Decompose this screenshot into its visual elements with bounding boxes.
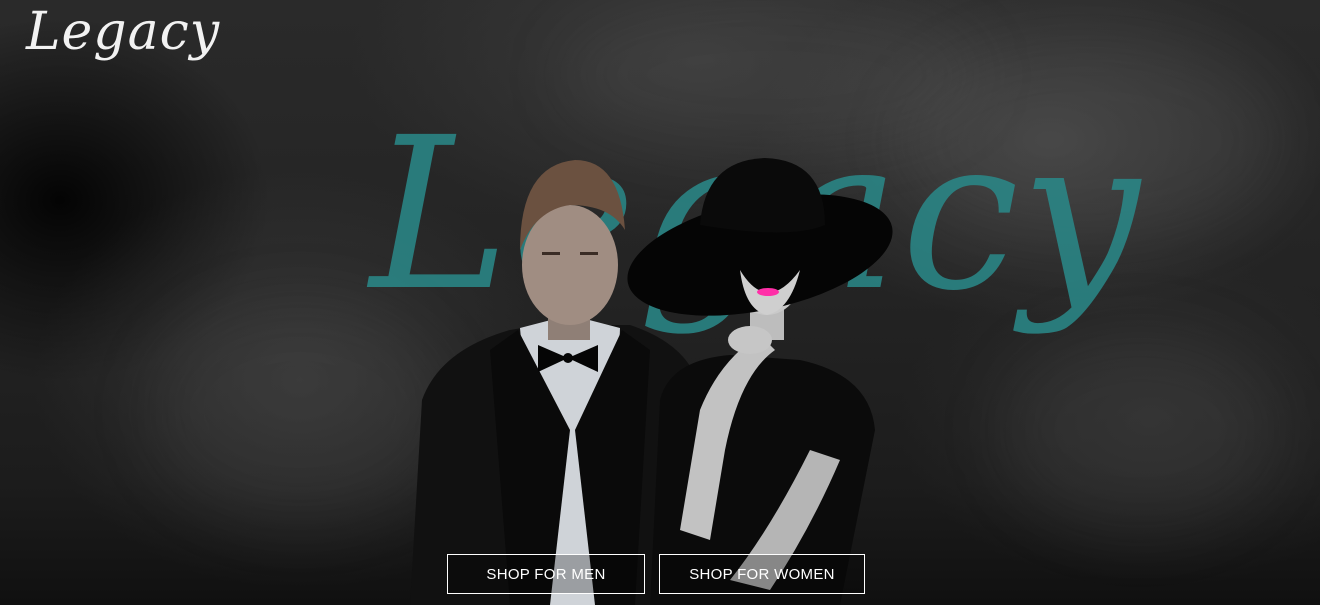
hero-banner: Legacy Legacy [0, 0, 1320, 605]
brand-logo[interactable]: Legacy [26, 6, 220, 58]
hero-models-image [410, 158, 893, 605]
shop-for-men-button[interactable]: SHOP FOR MEN [447, 554, 645, 594]
smoke-texture [1000, 330, 1280, 530]
shop-for-women-button[interactable]: SHOP FOR WOMEN [659, 554, 865, 594]
cta-row: SHOP FOR MEN SHOP FOR WOMEN [447, 554, 865, 594]
